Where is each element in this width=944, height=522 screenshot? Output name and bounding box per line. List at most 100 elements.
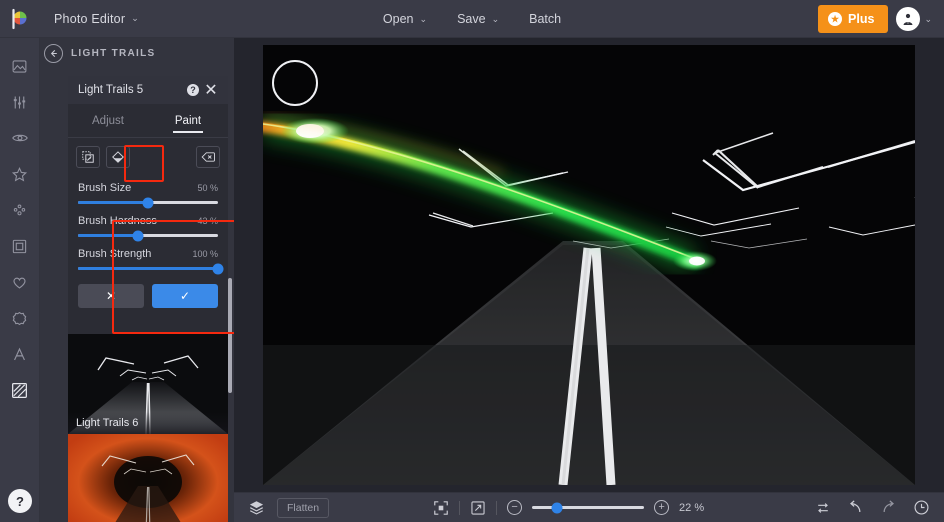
list-item[interactable] — [68, 434, 228, 522]
slider-label-row: Brush Strength 100 % — [78, 248, 218, 260]
redo-icon — [880, 499, 897, 516]
chevron-down-icon: ⌄ — [924, 15, 932, 24]
undo-icon — [847, 499, 864, 516]
zoom-out-button[interactable]: − — [507, 500, 522, 515]
sidebar-item-shapes[interactable] — [0, 264, 40, 300]
zoom-level-label: 22 % — [679, 502, 711, 514]
compare-icon — [815, 500, 831, 516]
batch-label: Batch — [529, 12, 561, 26]
expand-icon — [470, 500, 486, 516]
sidebar-item-favorites[interactable] — [0, 156, 40, 192]
card-help-button[interactable]: ? — [184, 81, 202, 99]
textures-icon — [10, 381, 29, 400]
eye-icon — [11, 129, 29, 147]
flatten-button[interactable]: Flatten — [277, 498, 329, 518]
chevron-down-icon: ⌄ — [492, 15, 500, 24]
undo-button[interactable] — [847, 499, 864, 516]
plus-upgrade-button[interactable]: ★ Plus — [818, 5, 888, 33]
zoom-controls: − + 22 % — [329, 500, 815, 516]
layers-button[interactable] — [248, 499, 265, 516]
brush-strength-knob[interactable] — [213, 263, 224, 274]
confirm-actions: ✕ ✓ — [68, 280, 228, 318]
brush-size-track[interactable] — [78, 201, 218, 204]
tab-paint[interactable]: Paint — [148, 104, 228, 137]
card-close-button[interactable]: ✕ — [202, 81, 220, 99]
brush-hardness-track[interactable] — [78, 234, 218, 237]
compare-button[interactable] — [815, 500, 831, 516]
brush-overlay-button[interactable] — [76, 146, 100, 168]
brush-cursor-circle — [272, 60, 318, 106]
sidebar-item-adjust[interactable] — [0, 84, 40, 120]
fullscreen-button[interactable] — [470, 500, 486, 516]
brush-strength-label: Brush Strength — [78, 248, 151, 260]
zoom-slider-knob[interactable] — [551, 502, 562, 513]
brush-size-knob[interactable] — [143, 197, 154, 208]
clear-brush-button[interactable] — [196, 146, 220, 168]
left-tool-rail: ? — [0, 38, 40, 522]
history-clock-icon — [913, 499, 930, 516]
help-icon: ? — [187, 84, 199, 96]
app-logo[interactable] — [0, 0, 40, 38]
slider-brush-size: Brush Size 50 % — [78, 182, 218, 204]
text-icon — [11, 346, 28, 363]
light-trails-road-photo — [263, 45, 915, 485]
save-button[interactable]: Save ⌄ — [445, 6, 511, 32]
account-menu[interactable]: ⌄ — [896, 7, 936, 31]
list-item[interactable]: Light Trails 6 — [68, 334, 228, 434]
history-button[interactable] — [913, 499, 930, 516]
layers-icon — [248, 499, 265, 516]
top-bar: Photo Editor ⌄ Open ⌄ Save ⌄ Batch ★ Plu… — [0, 0, 944, 38]
clear-brush-icon — [201, 150, 216, 164]
help-button[interactable]: ? — [8, 489, 32, 513]
photo-canvas[interactable] — [263, 45, 915, 485]
slider-brush-hardness: Brush Hardness 43 % — [78, 215, 218, 237]
panel-header: LIGHT TRAILS — [40, 38, 234, 68]
heart-icon — [11, 274, 28, 291]
brush-hardness-value: 43 % — [197, 216, 218, 226]
sidebar-item-textures[interactable] — [0, 372, 40, 408]
sidebar-item-badges[interactable] — [0, 300, 40, 336]
person-icon — [900, 11, 916, 27]
adjust-sliders-icon — [11, 94, 28, 111]
brush-size-fill — [78, 201, 148, 204]
brush-hardness-label: Brush Hardness — [78, 215, 157, 227]
brush-erase-button[interactable] — [106, 146, 130, 168]
sidebar-item-text[interactable] — [0, 336, 40, 372]
open-button[interactable]: Open ⌄ — [371, 6, 439, 32]
sidebar-item-effects[interactable] — [0, 120, 40, 156]
brush-erase-icon — [111, 150, 125, 164]
app-title-menu[interactable]: Photo Editor ⌄ — [46, 7, 147, 31]
tab-adjust[interactable]: Adjust — [68, 104, 148, 137]
apply-button[interactable]: ✓ — [152, 284, 218, 308]
top-bar-right: ★ Plus ⌄ — [818, 0, 936, 38]
photo-editor-app: Photo Editor ⌄ Open ⌄ Save ⌄ Batch ★ Plu… — [0, 0, 944, 522]
back-arrow-icon — [48, 48, 59, 59]
divider — [459, 501, 460, 515]
preset-thumbnail-list: Light Trails 6 — [68, 334, 228, 522]
batch-button[interactable]: Batch — [517, 6, 573, 32]
fit-to-screen-button[interactable] — [433, 500, 449, 516]
panel-scrollbar[interactable] — [228, 278, 232, 518]
zoom-in-button[interactable]: + — [654, 500, 669, 515]
effect-name-label: Light Trails 5 — [78, 84, 184, 96]
zoom-slider-track[interactable] — [532, 506, 644, 509]
sidebar-item-overlays[interactable] — [0, 192, 40, 228]
brush-strength-track[interactable] — [78, 267, 218, 270]
brush-strength-value: 100 % — [192, 249, 218, 259]
sidebar-item-frames[interactable] — [0, 228, 40, 264]
divider — [496, 501, 497, 515]
star-icon — [11, 166, 28, 183]
canvas-area[interactable] — [234, 38, 944, 492]
scrollbar-thumb[interactable] — [228, 278, 232, 393]
slider-label-row: Brush Hardness 43 % — [78, 215, 218, 227]
brush-hardness-knob[interactable] — [133, 230, 144, 241]
badge-icon — [11, 310, 28, 327]
preset-name-label: Light Trails 6 — [68, 412, 228, 434]
back-button[interactable] — [44, 44, 63, 63]
effect-tabs: Adjust Paint — [68, 104, 228, 138]
redo-button[interactable] — [880, 499, 897, 516]
cancel-button[interactable]: ✕ — [78, 284, 144, 308]
toolrow-spacer — [136, 146, 190, 168]
sidebar-item-image[interactable] — [0, 48, 40, 84]
frame-icon — [11, 238, 28, 255]
